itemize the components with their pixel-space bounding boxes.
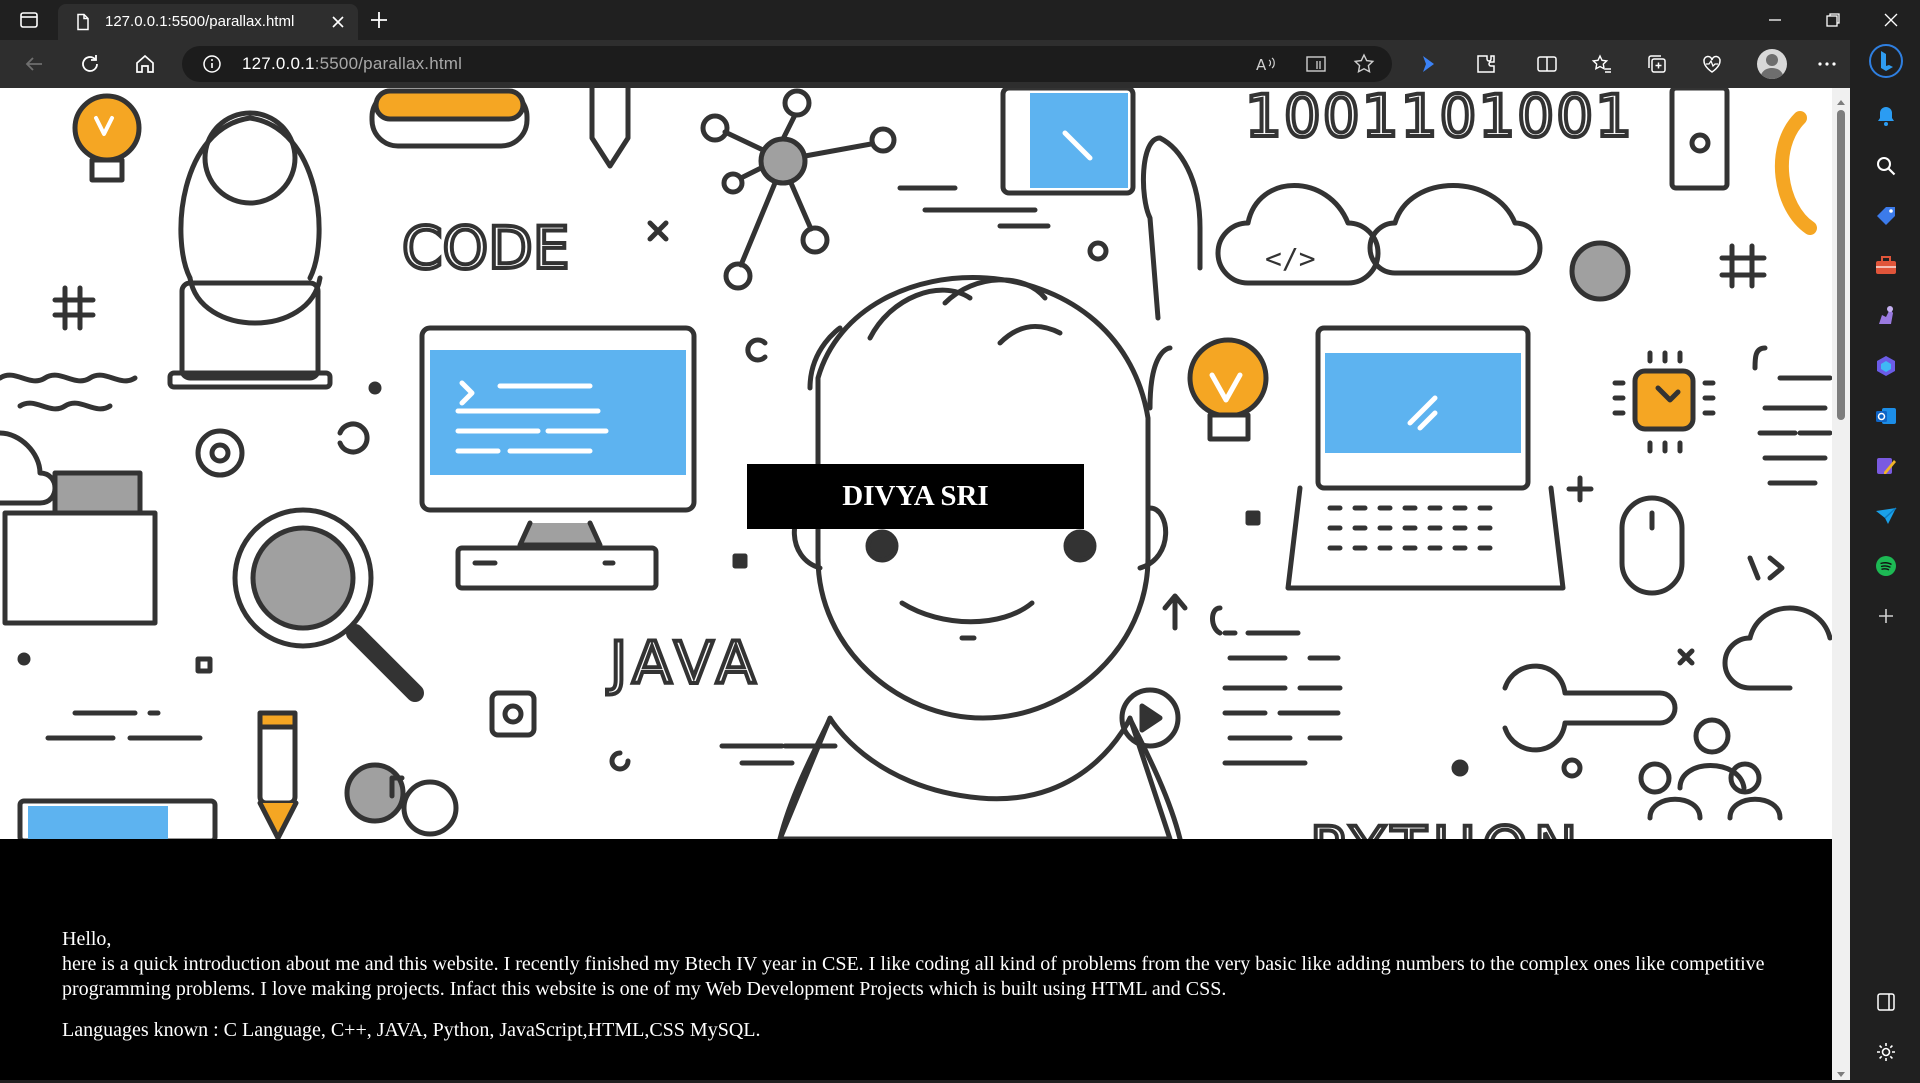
immersive-reader-icon[interactable]	[1304, 52, 1328, 76]
games-icon[interactable]	[1872, 302, 1900, 330]
languages-known: Languages known : C Language, C++, JAVA,…	[62, 1019, 761, 1041]
edge-sidebar	[1850, 40, 1920, 1080]
close-tab-icon[interactable]	[328, 12, 348, 32]
site-info-icon[interactable]	[202, 54, 222, 74]
home-icon[interactable]	[133, 52, 157, 76]
intro-section: Hello, here is a quick introduction abou…	[0, 839, 1832, 1080]
scroll-thumb[interactable]	[1837, 110, 1845, 420]
svg-text:A: A	[1256, 56, 1267, 74]
page-icon	[74, 13, 92, 31]
address-bar[interactable]: 127.0.0.1:5500/parallax.html A	[182, 46, 1392, 82]
page-viewport: CODE JAVA PYTHON 1001101001 </> DIVYA SR…	[0, 88, 1832, 1080]
back-icon[interactable]	[22, 52, 46, 76]
doodle-java-word: JAVA	[607, 629, 762, 697]
close-window-icon[interactable]	[1880, 9, 1902, 31]
parallax-hero: CODE JAVA PYTHON 1001101001 </> DIVYA SR…	[0, 88, 1832, 839]
bing-icon[interactable]	[1869, 44, 1903, 78]
microsoft-365-icon[interactable]	[1872, 352, 1900, 380]
restore-icon[interactable]	[1822, 9, 1844, 31]
collections-icon[interactable]	[1645, 52, 1669, 76]
extensions-icon[interactable]	[1474, 52, 1498, 76]
refresh-icon[interactable]	[78, 52, 102, 76]
split-screen-icon[interactable]	[1535, 52, 1559, 76]
browser-essentials-icon[interactable]	[1700, 52, 1724, 76]
intro-paragraph: here is a quick introduction about me an…	[62, 953, 1765, 1000]
hero-title: DIVYA SRI	[842, 480, 989, 512]
add-sidebar-app-icon[interactable]	[1872, 602, 1900, 630]
favorite-star-icon[interactable]	[1352, 52, 1376, 76]
doodle-python-word: PYTHON	[1310, 814, 1583, 839]
navigation-toolbar: 127.0.0.1:5500/parallax.html A	[0, 40, 1920, 88]
scroll-down-arrow-icon[interactable]	[1836, 1064, 1846, 1077]
notifications-icon[interactable]	[1872, 102, 1900, 130]
drop-send-icon[interactable]	[1872, 502, 1900, 530]
spotify-icon[interactable]	[1872, 552, 1900, 580]
url-text: 127.0.0.1:5500/parallax.html	[242, 54, 463, 73]
scroll-up-arrow-icon[interactable]	[1836, 93, 1846, 105]
hero-title-box: DIVYA SRI	[747, 464, 1084, 529]
page-scrollbar[interactable]	[1832, 88, 1850, 1080]
hide-sidebar-icon[interactable]	[1872, 988, 1900, 1016]
search-icon[interactable]	[1872, 152, 1900, 180]
tools-briefcase-icon[interactable]	[1872, 252, 1900, 280]
title-bar: 127.0.0.1:5500/parallax.html	[0, 0, 1920, 40]
more-options-icon[interactable]	[1815, 52, 1839, 76]
copilot-icon[interactable]	[1416, 52, 1440, 76]
profile-avatar[interactable]	[1757, 49, 1787, 79]
tab-actions-icon[interactable]	[18, 9, 40, 31]
favorites-icon[interactable]	[1590, 52, 1614, 76]
doodle-code-tag: </>	[1265, 242, 1316, 275]
sidebar-settings-icon[interactable]	[1872, 1038, 1900, 1066]
browser-tab[interactable]: 127.0.0.1:5500/parallax.html	[58, 4, 358, 40]
minimize-icon[interactable]	[1764, 9, 1786, 31]
doodle-binary-word: 1001101001	[1245, 88, 1634, 150]
designer-icon[interactable]	[1872, 452, 1900, 480]
new-tab-icon[interactable]	[367, 8, 391, 32]
intro-greeting: Hello,	[62, 928, 112, 950]
shopping-tag-icon[interactable]	[1872, 202, 1900, 230]
doodle-code-word: CODE	[402, 214, 569, 282]
read-aloud-icon[interactable]: A	[1254, 52, 1278, 76]
tab-title: 127.0.0.1:5500/parallax.html	[105, 13, 295, 30]
outlook-icon[interactable]	[1872, 402, 1900, 430]
